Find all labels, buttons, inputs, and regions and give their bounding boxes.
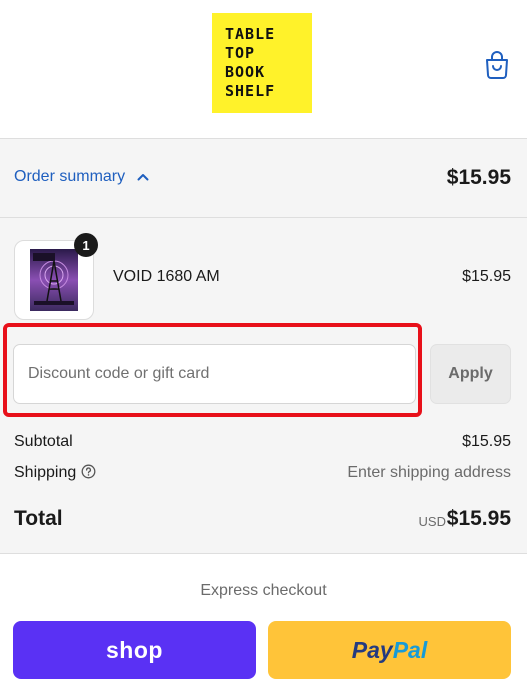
paypal-label-pay: Pay xyxy=(351,636,393,663)
help-circle-icon[interactable] xyxy=(81,464,96,484)
order-summary-total: $15.95 xyxy=(446,166,511,189)
shipping-row: Shipping xyxy=(14,464,96,484)
total-value: $15.95 xyxy=(446,507,511,530)
chevron-up-icon xyxy=(137,174,149,181)
order-summary-toggle[interactable]: Order summary xyxy=(14,168,149,186)
shipping-value: Enter shipping address xyxy=(347,464,511,481)
product-price: $15.95 xyxy=(462,268,511,285)
order-summary-label: Order summary xyxy=(14,168,126,185)
logo-line-3: BOOK xyxy=(225,63,266,81)
shop-pay-button[interactable]: shop xyxy=(13,621,256,679)
discount-highlight-box xyxy=(3,323,422,417)
quantity-badge: 1 xyxy=(74,233,98,257)
express-checkout-label: Express checkout xyxy=(200,582,327,599)
product-name: VOID 1680 AM xyxy=(113,268,220,285)
subtotal-value: $15.95 xyxy=(462,433,511,450)
logo-line-1: TABLE xyxy=(225,25,276,43)
shopping-bag-icon[interactable] xyxy=(483,50,511,80)
apply-discount-button[interactable]: Apply xyxy=(430,344,511,404)
total-label: Total xyxy=(14,507,63,530)
logo-line-2: TOP xyxy=(225,44,256,62)
book-cover-image xyxy=(30,249,78,311)
paypal-button[interactable]: PayPal xyxy=(268,621,511,679)
store-logo[interactable]: TABLE TOP BOOK SHELF xyxy=(212,13,312,113)
subtotal-label: Subtotal xyxy=(14,433,73,450)
logo-line-4: SHELF xyxy=(225,82,276,100)
currency-code: USD xyxy=(418,514,446,529)
shipping-label: Shipping xyxy=(14,464,77,481)
paypal-label-pal: Pal xyxy=(392,636,428,663)
